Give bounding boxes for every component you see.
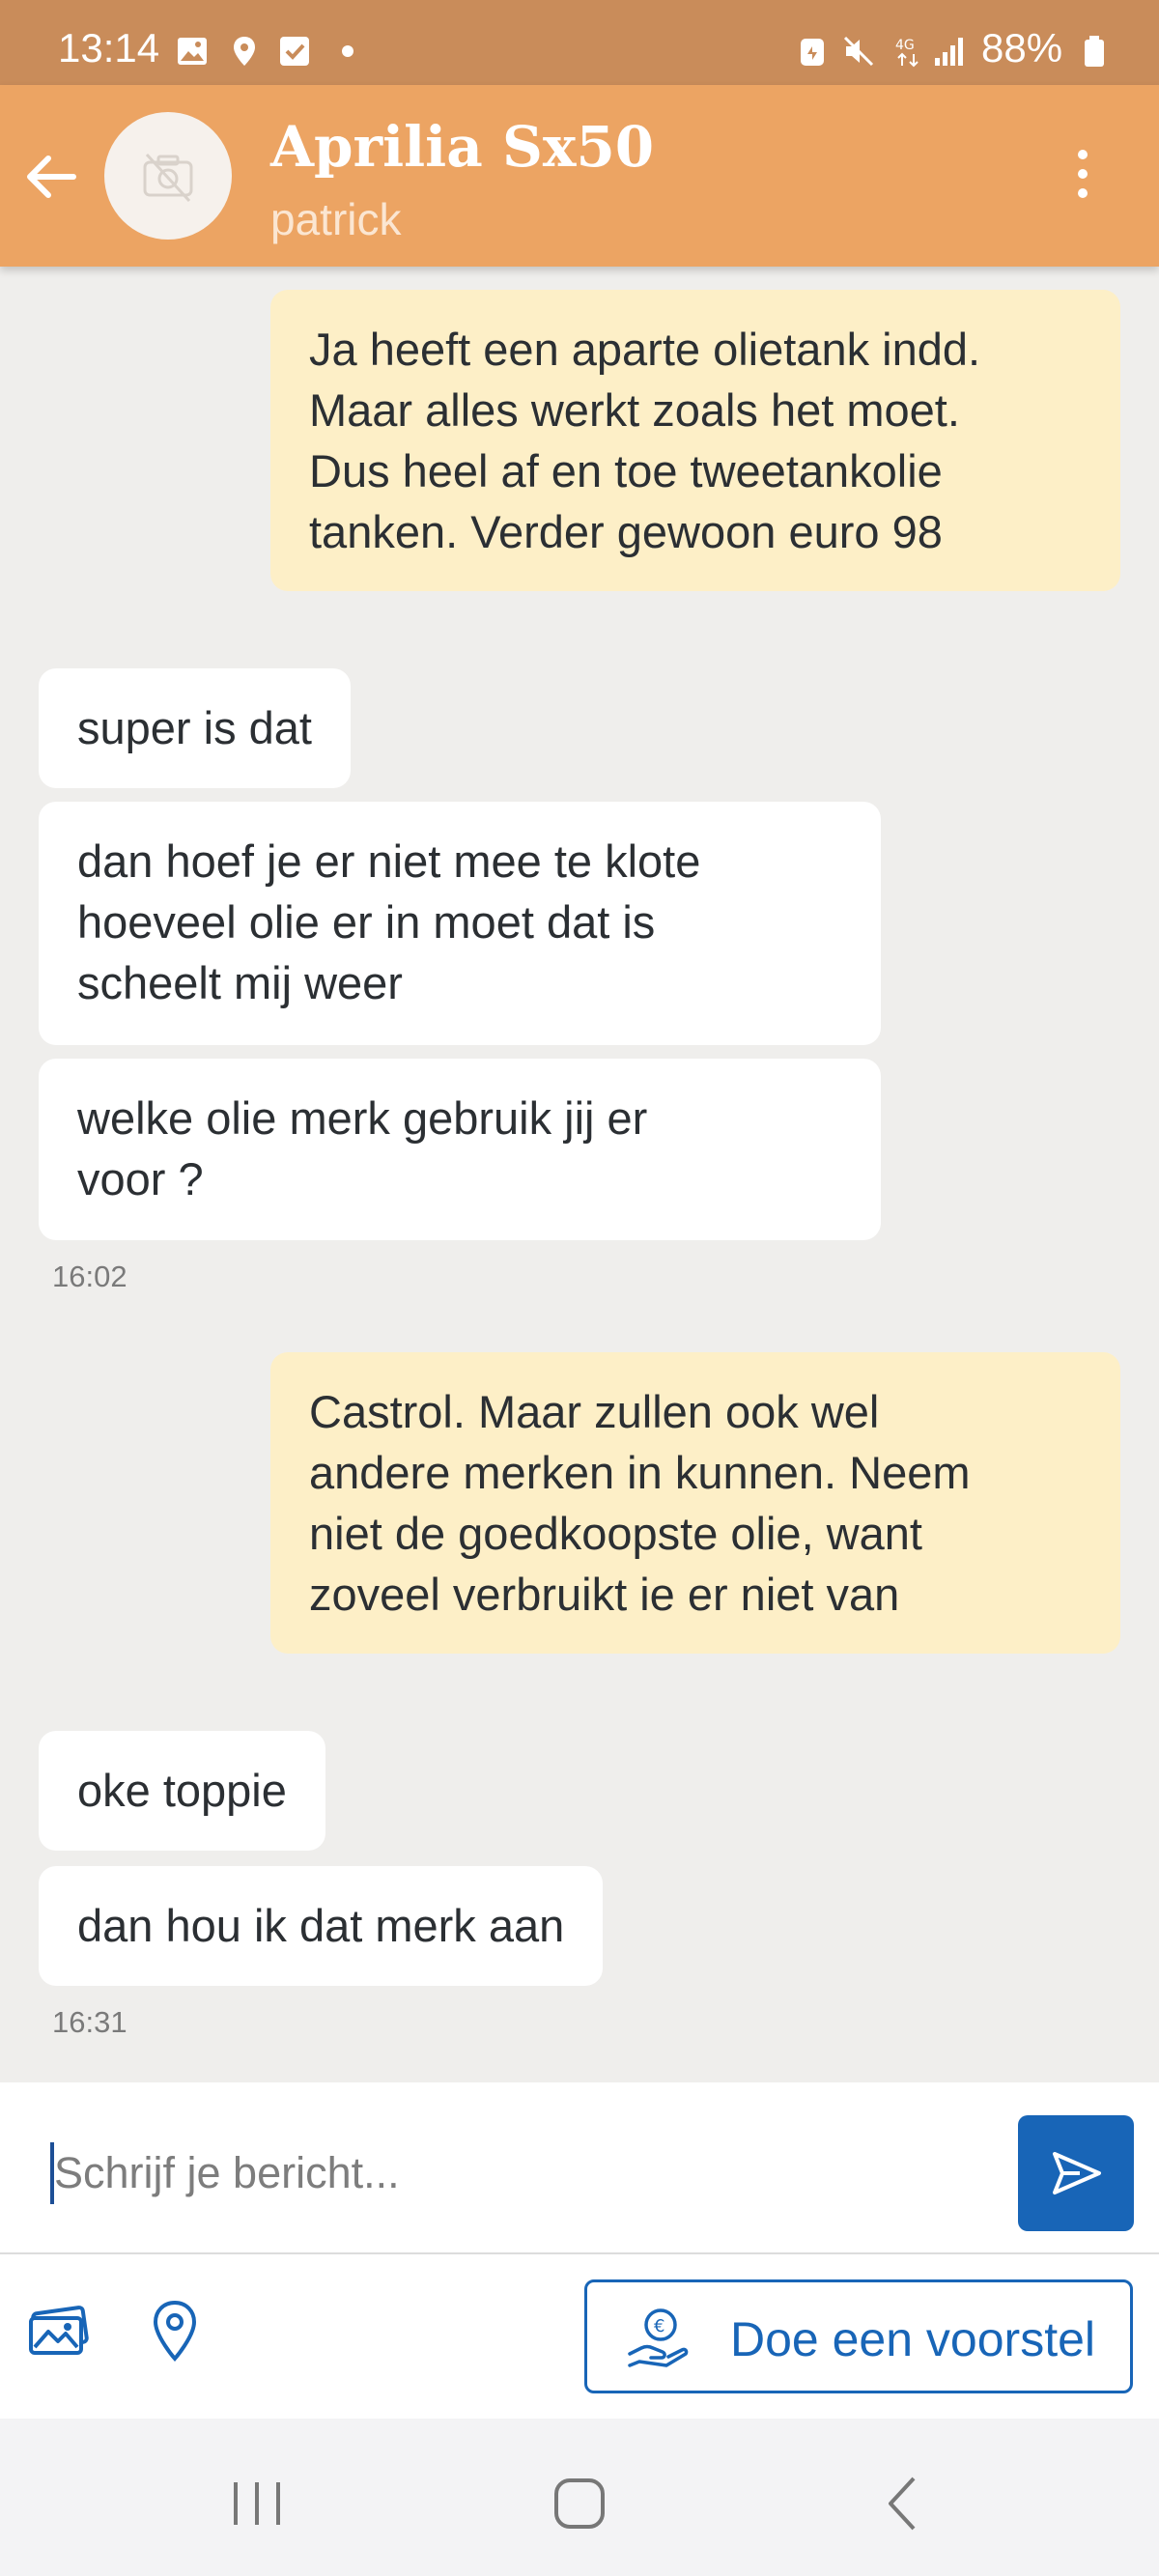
message-input[interactable] xyxy=(50,2138,977,2208)
back-arrow-icon[interactable] xyxy=(17,143,85,211)
avatar[interactable] xyxy=(104,112,232,240)
more-vertical-icon[interactable] xyxy=(1062,145,1103,203)
svg-text:4G: 4G xyxy=(895,38,915,53)
message-received: welke olie merk gebruik jij er voor ? xyxy=(39,1059,881,1240)
dot-icon xyxy=(342,45,353,57)
status-time: 13:14 xyxy=(58,25,160,71)
make-offer-label: Doe een voorstel xyxy=(730,2312,1096,2366)
battery-percentage: 88% xyxy=(981,25,1063,71)
4g-icon: 4G xyxy=(895,38,919,68)
gallery-icon xyxy=(178,38,207,65)
message-received: dan hoef je er niet mee te klote hoeveel… xyxy=(39,802,881,1045)
location-icon xyxy=(234,37,255,66)
page-title: Aprilia Sx50 xyxy=(270,114,655,180)
back-icon[interactable] xyxy=(865,2465,943,2542)
message-composer xyxy=(0,2082,1159,2254)
message-timestamp: 16:31 xyxy=(52,2005,127,2039)
message-sent: Castrol. Maar zullen ook wel andere merk… xyxy=(270,1352,1120,1654)
message-timestamp: 16:02 xyxy=(52,1260,127,1293)
message-received: super is dat xyxy=(39,668,351,788)
send-icon xyxy=(1053,2152,1101,2194)
make-offer-button[interactable]: € Doe een voorstel xyxy=(584,2279,1133,2393)
no-photo-icon xyxy=(143,153,193,203)
location-pin-icon[interactable] xyxy=(141,2297,209,2364)
mute-icon xyxy=(843,36,874,67)
system-nav-bar xyxy=(0,2419,1159,2576)
euro-hand-icon: € xyxy=(628,2308,689,2367)
message-received: dan hou ik dat merk aan xyxy=(39,1866,604,1986)
signal-icon xyxy=(935,38,963,66)
svg-text:€: € xyxy=(654,2316,664,2336)
check-icon xyxy=(280,37,309,66)
battery-saver-icon xyxy=(801,39,824,66)
battery-icon xyxy=(1085,36,1104,67)
status-bar: 13:14 4G 88% xyxy=(0,0,1159,85)
recents-icon[interactable] xyxy=(218,2465,296,2542)
message-received: oke toppie xyxy=(39,1731,325,1851)
send-button[interactable] xyxy=(1018,2115,1134,2231)
chat-header: Aprilia Sx50 patrick xyxy=(0,85,1159,267)
home-icon[interactable] xyxy=(541,2465,618,2542)
message-sent: Ja heeft een aparte olietank indd. Maar … xyxy=(270,290,1120,591)
contact-name: patrick xyxy=(270,194,402,244)
photos-icon[interactable] xyxy=(25,2297,93,2364)
action-toolbar: € Doe een voorstel xyxy=(0,2254,1159,2419)
